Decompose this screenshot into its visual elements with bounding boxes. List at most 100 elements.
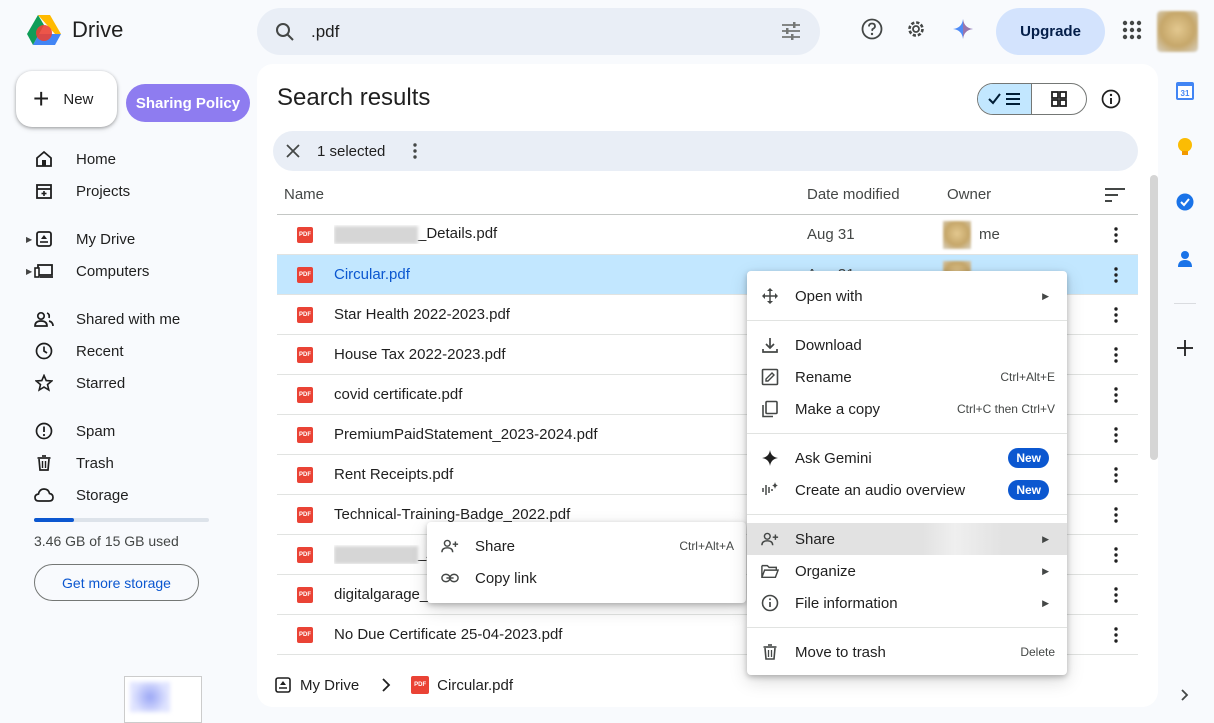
add-addon-icon[interactable] <box>1176 339 1194 357</box>
pdf-file-icon: PDF <box>297 546 313 563</box>
menu-item-move-to-trash[interactable]: Move to trash Delete <box>747 636 1067 668</box>
menu-item-label: Open with <box>795 287 863 305</box>
file-name[interactable]: Rent Receipts.pdf <box>334 466 754 483</box>
person-add-icon <box>441 537 459 555</box>
breadcrumb-root[interactable]: My Drive <box>300 677 359 694</box>
shortcut-hint: Ctrl+Alt+A <box>679 539 734 553</box>
search-input[interactable] <box>311 21 751 42</box>
file-row[interactable]: PDF _Details.pdf Aug 31 me <box>277 215 1138 255</box>
sidebar-item-trash[interactable]: Trash <box>26 447 114 479</box>
sidebar-item-my-drive[interactable]: ▶ My Drive <box>26 223 135 255</box>
more-actions-icon[interactable] <box>1114 586 1118 603</box>
sidebar-item-shared-with-me[interactable]: Shared with me <box>26 303 180 335</box>
new-button[interactable]: + New <box>16 71 117 127</box>
menu-item-make-a-copy[interactable]: Make a copy Ctrl+C then Ctrl+V <box>747 393 1067 425</box>
sidebar-item-recent[interactable]: Recent <box>26 335 124 367</box>
search-bar[interactable] <box>257 8 820 55</box>
keep-icon[interactable] <box>1176 137 1194 157</box>
menu-item-download[interactable]: Download <box>747 329 1067 361</box>
pdf-file-icon: PDF <box>297 266 313 283</box>
more-actions-icon[interactable] <box>1114 306 1118 323</box>
menu-item-rename[interactable]: Rename Ctrl+Alt+E <box>747 361 1067 393</box>
file-name-text: Rent Receipts.pdf <box>334 466 454 483</box>
file-name[interactable]: _Details.pdf <box>334 225 754 244</box>
grid-view-button[interactable] <box>1032 84 1086 114</box>
menu-item-label: Organize <box>795 562 856 580</box>
sharing-policy-button[interactable]: Sharing Policy <box>126 84 250 122</box>
sidebar-item-starred[interactable]: Starred <box>26 367 125 399</box>
menu-item-ask-gemini[interactable]: Ask Gemini New <box>747 442 1067 474</box>
sidebar-item-storage[interactable]: Storage <box>26 479 129 511</box>
expand-arrow-icon[interactable]: ▶ <box>26 267 32 276</box>
expand-side-panel-icon[interactable] <box>1181 689 1189 701</box>
app-name: Drive <box>72 17 124 42</box>
menu-item-open-with[interactable]: Open with ▶ <box>747 280 1067 312</box>
menu-item-file-information[interactable]: File information ▶ <box>747 587 1067 619</box>
more-actions-icon[interactable] <box>1114 626 1118 643</box>
file-name[interactable]: Star Health 2022-2023.pdf <box>334 306 754 323</box>
search-icon[interactable] <box>275 22 295 42</box>
more-actions-icon[interactable] <box>1114 506 1118 523</box>
contacts-icon[interactable] <box>1176 250 1194 268</box>
column-header-name[interactable]: Name <box>284 186 324 203</box>
file-name[interactable]: covid certificate.pdf <box>334 386 754 403</box>
file-context-menu: Open with ▶ Download Rename Ctrl+Alt+E M… <box>747 271 1067 675</box>
settings-icon[interactable] <box>905 18 927 40</box>
gemini-icon[interactable] <box>952 18 974 40</box>
clear-selection-icon[interactable] <box>285 143 301 159</box>
more-actions-icon[interactable] <box>1114 346 1118 363</box>
submenu-item-copy-link[interactable]: Copy link <box>427 562 746 594</box>
more-actions-icon[interactable] <box>413 143 418 159</box>
pdf-file-icon: PDF <box>297 426 313 443</box>
breadcrumb-file[interactable]: Circular.pdf <box>437 677 513 694</box>
svg-text:31: 31 <box>1181 89 1190 98</box>
more-actions-icon[interactable] <box>1114 426 1118 443</box>
vertical-scrollbar[interactable] <box>1150 175 1158 460</box>
menu-item-organize[interactable]: Organize ▶ <box>747 555 1067 587</box>
list-view-button[interactable] <box>978 84 1033 114</box>
get-more-storage-button[interactable]: Get more storage <box>34 564 199 601</box>
file-name-text: Circular.pdf <box>334 266 410 283</box>
file-name-text: digitalgarage_ <box>334 586 429 603</box>
more-actions-icon[interactable] <box>1114 386 1118 403</box>
calendar-icon[interactable]: 31 <box>1176 82 1194 100</box>
apps-grid-icon[interactable] <box>1122 20 1142 40</box>
upgrade-button[interactable]: Upgrade <box>996 8 1105 55</box>
sidebar-item-label: Computers <box>76 262 150 280</box>
expand-arrow-icon[interactable]: ▶ <box>26 235 32 244</box>
sidebar-item-home[interactable]: Home <box>26 143 116 175</box>
drive-logo[interactable]: Drive <box>26 14 123 46</box>
copy-icon <box>761 400 779 418</box>
sidebar-item-spam[interactable]: Spam <box>26 415 115 447</box>
menu-item-label: Download <box>795 336 862 354</box>
file-name[interactable]: PremiumPaidStatement_2023-2024.pdf <box>334 426 754 443</box>
menu-item-share[interactable]: Share ▶ <box>747 523 1067 555</box>
file-name[interactable]: House Tax 2022-2023.pdf <box>334 346 754 363</box>
sidebar-item-computers[interactable]: ▶ Computers <box>26 255 149 287</box>
file-name[interactable]: Circular.pdf <box>334 266 754 283</box>
more-actions-icon[interactable] <box>1114 466 1118 483</box>
sort-icon[interactable] <box>1105 188 1125 202</box>
view-toggle[interactable] <box>977 83 1087 115</box>
account-avatar[interactable] <box>1157 11 1198 52</box>
menu-item-create-audio-overview[interactable]: Create an audio overview New <box>747 474 1067 506</box>
tasks-icon[interactable] <box>1176 193 1194 211</box>
sidebar-item-label: My Drive <box>76 230 136 248</box>
pdf-file-icon: PDF <box>297 386 313 403</box>
pdf-file-icon: PDF <box>297 586 313 603</box>
menu-item-label: Share <box>795 530 836 548</box>
submenu-item-share[interactable]: Share Ctrl+Alt+A <box>427 530 746 562</box>
help-icon[interactable] <box>861 18 883 40</box>
more-actions-icon[interactable] <box>1114 226 1118 243</box>
file-name[interactable]: No Due Certificate 25-04-2023.pdf <box>334 626 754 643</box>
pdf-file-icon: PDF <box>411 676 430 694</box>
owner-name: me <box>979 226 1000 243</box>
sidebar-item-projects[interactable]: Projects <box>26 175 130 207</box>
more-actions-icon[interactable] <box>1114 266 1118 283</box>
more-actions-icon[interactable] <box>1114 546 1118 563</box>
search-options-icon[interactable] <box>780 21 802 41</box>
column-header-owner[interactable]: Owner <box>947 186 991 203</box>
details-info-icon[interactable] <box>1101 89 1121 109</box>
file-name[interactable]: Technical-Training-Badge_2022.pdf <box>334 506 754 523</box>
column-header-date[interactable]: Date modified <box>807 186 900 203</box>
